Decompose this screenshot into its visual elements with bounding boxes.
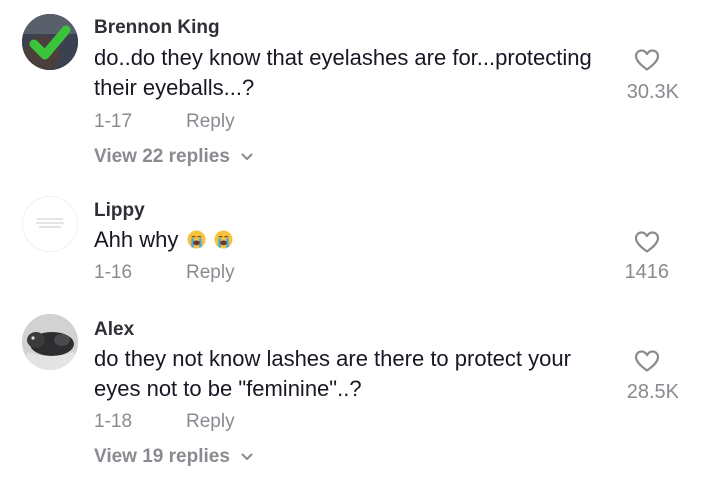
comment-meta: 1-17 Reply (94, 111, 235, 133)
comment-meta: 1-16 Reply (94, 262, 235, 284)
heart-icon[interactable] (634, 230, 660, 254)
reply-button[interactable]: Reply (186, 411, 235, 433)
chevron-down-icon (241, 453, 253, 460)
comment-text: do they not know lashes are there to pro… (94, 346, 571, 401)
comment-username[interactable]: Alex (94, 319, 134, 341)
like-count: 1416 (624, 261, 670, 283)
comment-username[interactable]: Brennon King (94, 17, 220, 39)
crying-face-emoji-icon (186, 230, 206, 249)
comment-meta: 1-18 Reply (94, 411, 235, 433)
like-count: 28.5K (626, 381, 679, 403)
view-replies-label: View 22 replies (94, 146, 230, 167)
heart-icon[interactable] (634, 349, 660, 373)
comment-date: 1-18 (94, 411, 133, 432)
avatar[interactable] (22, 196, 78, 252)
view-replies-button[interactable]: View 22 replies (94, 146, 253, 168)
comment-text: do..do they know that eyelashes are for.… (94, 45, 592, 100)
text-avatar-icon (23, 197, 77, 251)
heart-icon[interactable] (634, 48, 660, 72)
reply-button[interactable]: Reply (186, 262, 235, 284)
view-replies-button[interactable]: View 19 replies (94, 446, 253, 468)
view-replies-label: View 19 replies (94, 446, 230, 467)
comment-username[interactable]: Lippy (94, 200, 145, 222)
crying-face-emoji-icon (214, 230, 233, 249)
comment-date: 1-16 (94, 262, 133, 283)
checkmark-avatar-icon (22, 14, 78, 70)
avatar[interactable] (22, 14, 78, 70)
reply-button[interactable]: Reply (186, 111, 235, 133)
like-count: 30.3K (626, 81, 679, 103)
comment-date: 1-17 (94, 111, 133, 132)
chevron-down-icon (241, 153, 253, 160)
comment-text: Ahh why (94, 225, 614, 255)
avatar[interactable] (22, 314, 78, 370)
animal-photo-avatar-icon (22, 314, 78, 370)
comment-text-body: Ahh why (94, 227, 179, 252)
